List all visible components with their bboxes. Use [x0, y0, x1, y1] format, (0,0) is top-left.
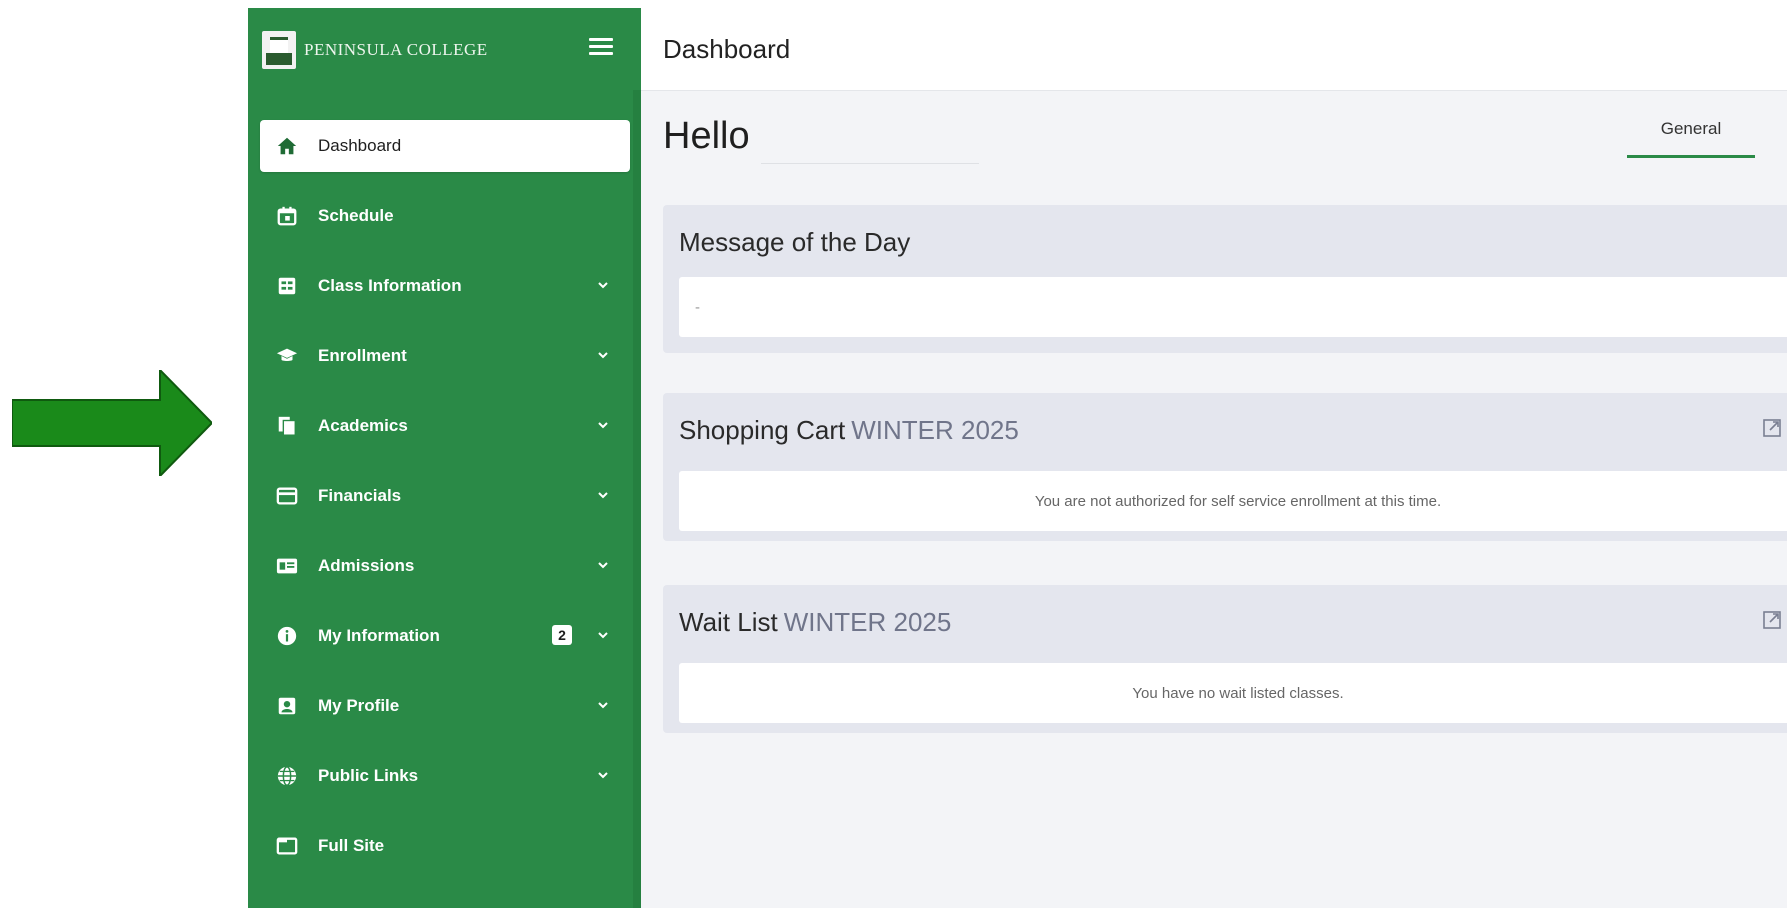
sidebar-item-label: Schedule — [318, 206, 394, 225]
sidebar-item-label: Class Information — [318, 276, 462, 295]
sidebar-item-label: My Information — [318, 626, 440, 645]
sidebar-item-academics[interactable]: Academics — [260, 400, 630, 452]
sidebar-item-label: My Profile — [318, 696, 400, 715]
chevron-down-icon — [598, 772, 608, 779]
sidebar-item-dashboard[interactable]: Dashboard — [260, 120, 630, 172]
sidebar-item-label: Full Site — [318, 836, 385, 855]
globe-icon — [276, 765, 298, 787]
card-title-text: Wait List — [679, 607, 778, 637]
user-name-field — [761, 107, 979, 164]
graduation-cap-icon — [276, 345, 298, 367]
sidebar-item-enrollment[interactable]: Enrollment — [260, 330, 630, 382]
sidebar-item-label: Enrollment — [318, 346, 407, 365]
card-body: - — [679, 277, 1787, 337]
credit-card-icon — [276, 485, 298, 507]
sidebar: PENINSULA COLLEGE Dashboard Schedule Cla… — [248, 8, 641, 908]
id-card-icon — [276, 555, 298, 577]
sidebar-item-full-site[interactable]: Full Site — [260, 820, 630, 872]
sidebar-item-class-information[interactable]: Class Information — [260, 260, 630, 312]
sidebar-item-my-information[interactable]: My Information 2 — [260, 610, 630, 662]
sidebar-item-label: Academics — [318, 416, 408, 435]
card-title: Shopping Cart WINTER 2025 — [679, 415, 1019, 446]
sidebar-item-label: Financials — [318, 486, 402, 505]
annotation-arrow — [12, 370, 212, 476]
menu-toggle-icon[interactable] — [589, 38, 613, 56]
chevron-down-icon — [598, 282, 608, 289]
home-icon — [276, 135, 298, 157]
tab-general[interactable]: General — [1627, 117, 1755, 158]
shopping-cart-card: Shopping Cart WINTER 2025 You are not aut… — [663, 393, 1787, 541]
card-body: You are not authorized for self service … — [679, 471, 1787, 531]
card-title: Wait List WINTER 2025 — [679, 607, 951, 638]
sidebar-item-financials[interactable]: Financials — [260, 470, 630, 522]
sidebar-scrollbar[interactable] — [633, 90, 641, 908]
main-content: Hello General A Message of the Day - Sho… — [641, 91, 1787, 908]
sidebar-item-public-links[interactable]: Public Links — [260, 750, 630, 802]
greeting: Hello — [663, 115, 750, 157]
chevron-down-icon — [598, 352, 608, 359]
sidebar-item-schedule[interactable]: Schedule — [260, 190, 630, 242]
calendar-icon — [276, 205, 298, 227]
class-info-icon — [276, 275, 298, 297]
chevron-down-icon — [598, 632, 608, 639]
sidebar-item-label: Dashboard — [318, 136, 402, 155]
chevron-down-icon — [598, 492, 608, 499]
chevron-down-icon — [598, 422, 608, 429]
window-icon — [276, 835, 298, 857]
chevron-down-icon — [598, 562, 608, 569]
notification-badge: 2 — [552, 625, 572, 645]
brand-name: PENINSULA COLLEGE — [304, 40, 488, 59]
message-of-the-day-card: Message of the Day - — [663, 205, 1787, 353]
external-link-icon[interactable] — [1761, 609, 1783, 631]
sidebar-nav: Dashboard Schedule Class Information Enr… — [260, 120, 630, 890]
sidebar-item-my-profile[interactable]: My Profile — [260, 680, 630, 732]
info-icon — [276, 625, 298, 647]
chevron-down-icon — [598, 702, 608, 709]
sidebar-item-admissions[interactable]: Admissions — [260, 540, 630, 592]
card-title-text: Shopping Cart — [679, 415, 846, 445]
card-term: WINTER 2025 — [783, 607, 952, 637]
top-bar: Dashboard — [641, 8, 1787, 91]
college-logo — [262, 31, 296, 69]
page-title: Dashboard — [663, 34, 791, 64]
sidebar-item-label: Public Links — [318, 766, 419, 785]
sidebar-item-label: Admissions — [318, 556, 415, 575]
card-body: You have no wait listed classes. — [679, 663, 1787, 723]
card-term: WINTER 2025 — [851, 415, 1019, 445]
external-link-icon[interactable] — [1761, 417, 1783, 439]
brand[interactable]: PENINSULA COLLEGE — [262, 28, 488, 72]
documents-icon — [276, 415, 298, 437]
wait-list-card: Wait List WINTER 2025 You have no wait li… — [663, 585, 1787, 733]
card-title: Message of the Day — [679, 227, 911, 257]
profile-icon — [276, 695, 298, 717]
